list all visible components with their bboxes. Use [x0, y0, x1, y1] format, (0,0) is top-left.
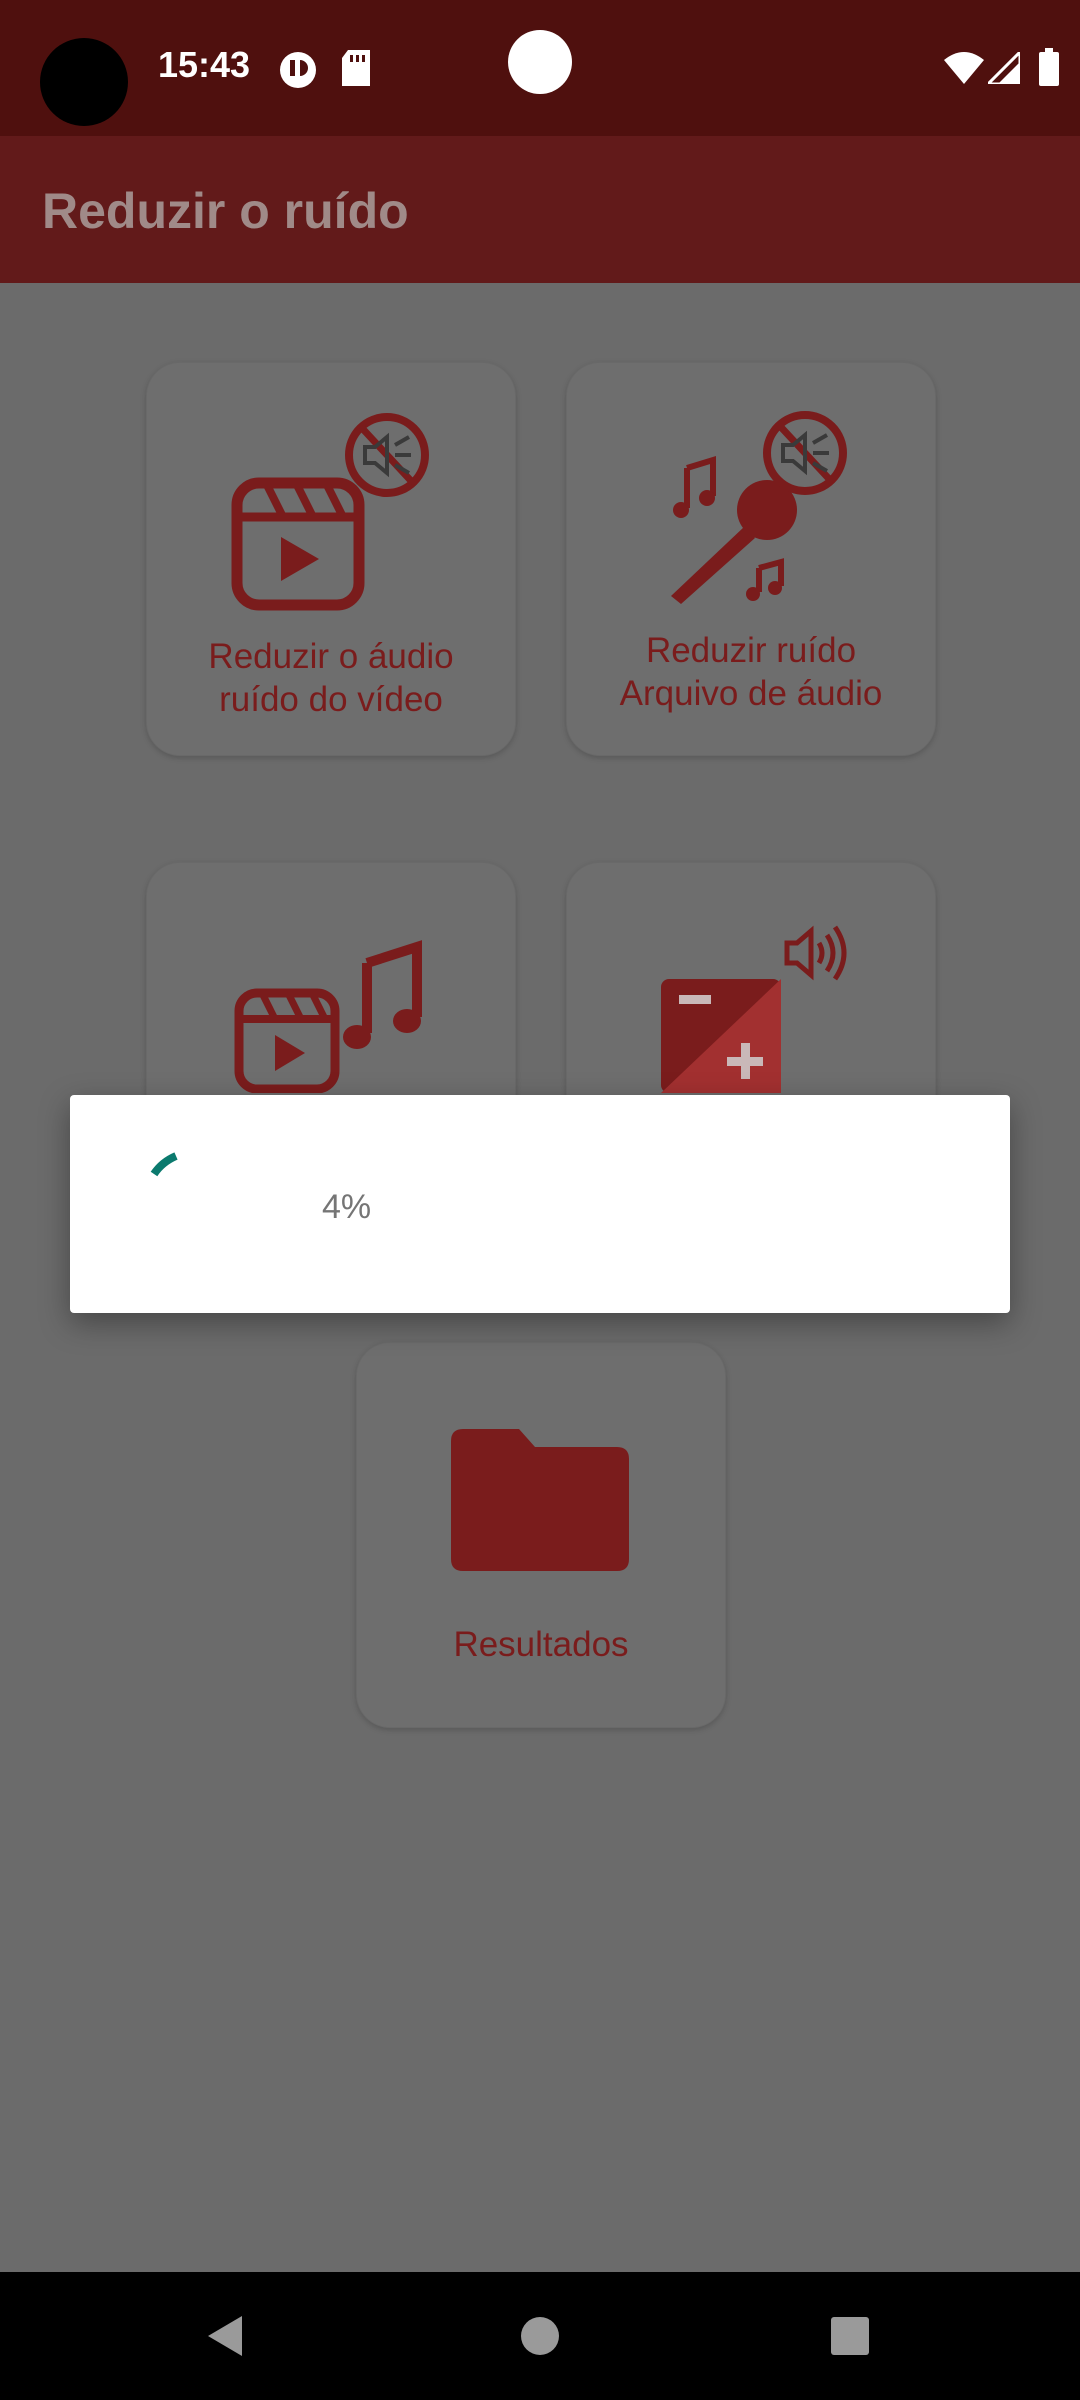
card-label: Resultados [453, 1625, 629, 1664]
folder-icon [451, 1429, 629, 1571]
sd-card-icon [342, 50, 370, 86]
back-button[interactable] [204, 2314, 244, 2358]
reduce-audio-noise-card[interactable]: Reduzir ruído Arquivo de áudio [566, 362, 936, 756]
volume-adjust-icon [661, 925, 847, 1093]
reduce-video-noise-card[interactable]: Reduzir o áudio ruído do vídeo [146, 362, 516, 756]
navigation-bar [0, 2272, 1080, 2400]
progress-dialog [70, 1095, 1010, 1313]
recents-button[interactable] [830, 2316, 870, 2356]
battery-icon [1039, 48, 1059, 86]
data-saver-icon [280, 52, 316, 88]
card-label-line1: Reduzir ruído [645, 631, 857, 670]
results-card[interactable]: Resultados [356, 1342, 726, 1728]
home-button[interactable] [520, 2316, 560, 2356]
card-label-line2: Arquivo de áudio [619, 674, 883, 713]
status-bar: 15:43 [0, 0, 1080, 136]
front-camera-dot [508, 30, 572, 94]
camera-cutout [40, 38, 128, 126]
card-label-line1: Reduzir o áudio [208, 637, 454, 676]
video-to-music-icon [234, 940, 422, 1093]
wifi-icon [944, 52, 984, 84]
microphone-noise-reduce-icon [671, 411, 847, 604]
app-bar: Reduzir o ruído [0, 136, 1080, 283]
loading-spinner [150, 1152, 178, 1177]
app-title: Reduzir o ruído [42, 183, 409, 239]
card-label-line2: ruído do vídeo [219, 680, 443, 719]
signal-icon [988, 52, 1020, 84]
video-noise-reduce-icon [231, 413, 429, 611]
status-time: 15:43 [158, 44, 251, 85]
progress-percent: 4% [322, 1188, 372, 1226]
